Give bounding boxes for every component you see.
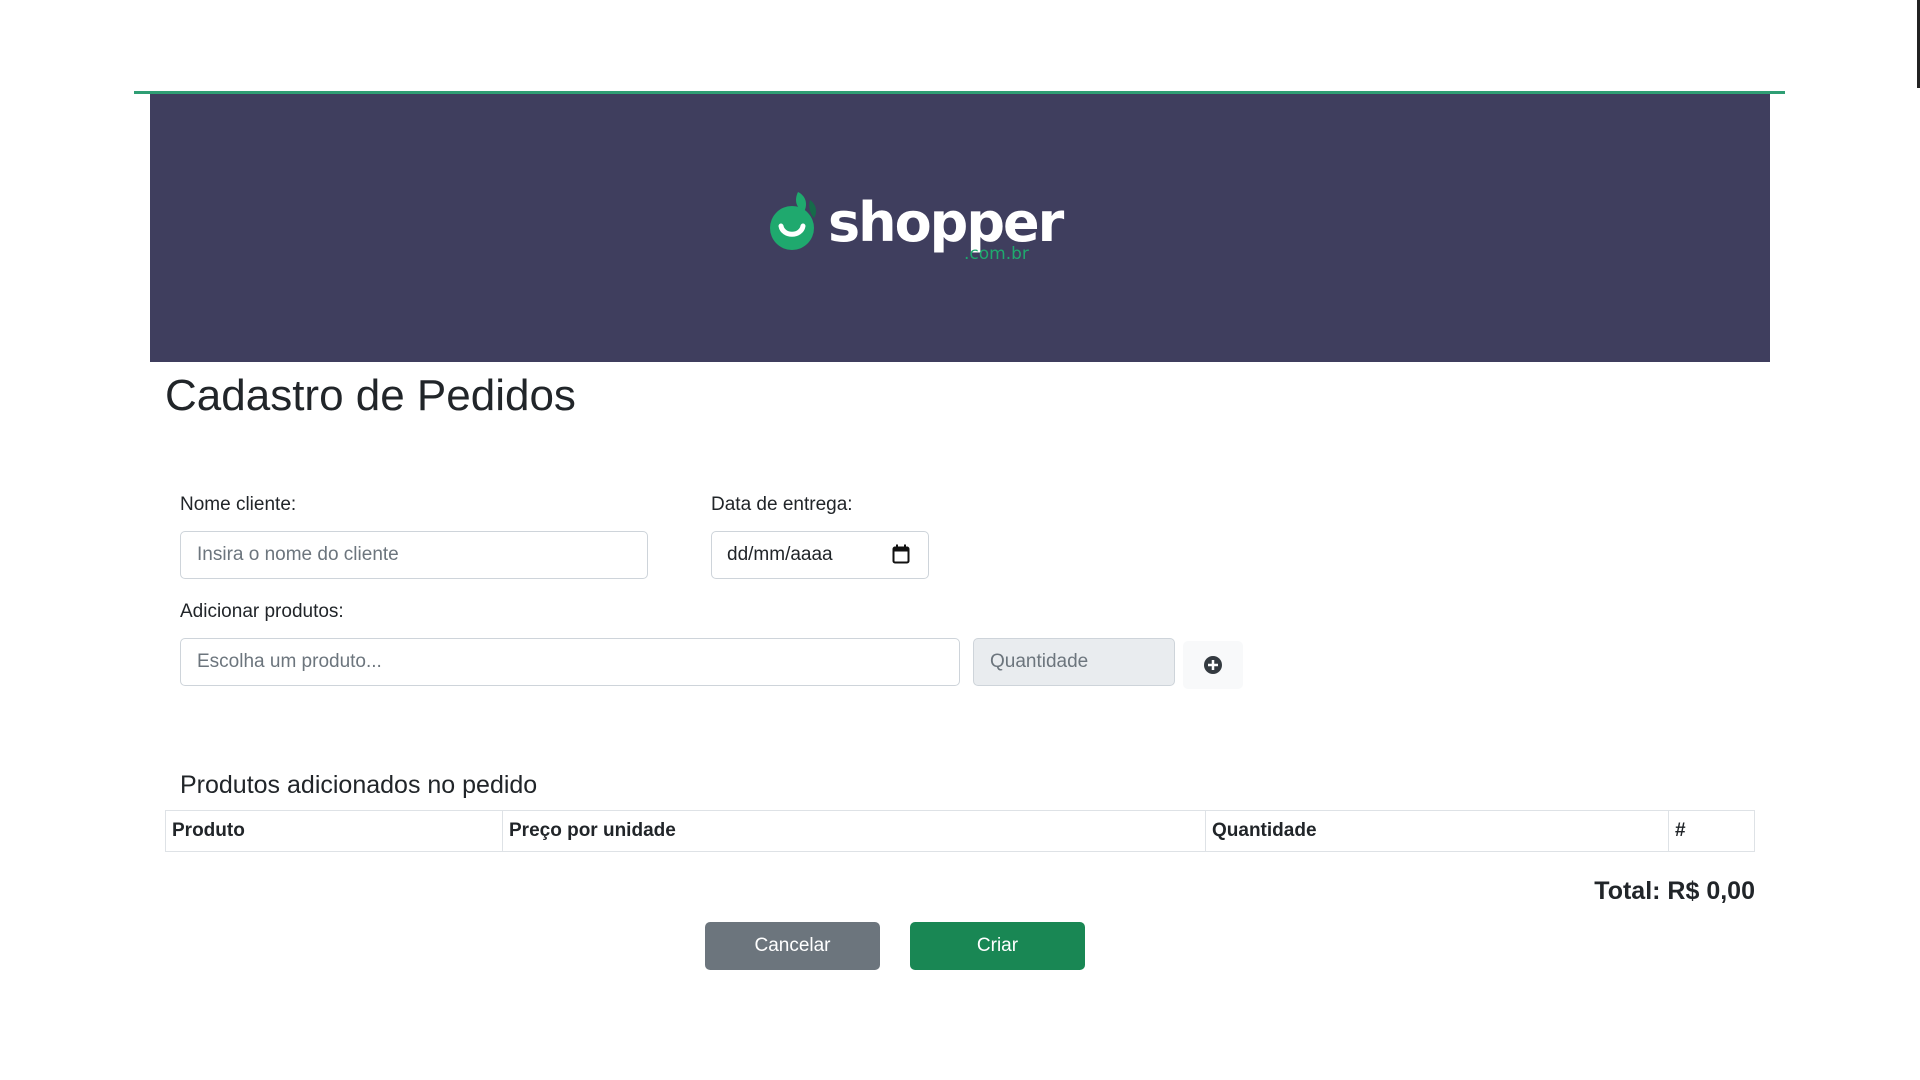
logo-wordmark: shopper — [828, 191, 1064, 254]
column-header-actions: # — [1668, 810, 1755, 852]
add-products-label: Adicionar produtos: — [180, 601, 344, 622]
shopper-logo-icon — [770, 192, 817, 250]
column-header-unit-price: Preço por unidade — [502, 810, 1206, 852]
products-table: Produto Preço por unidade Quantidade # — [165, 810, 1755, 852]
delivery-date-input[interactable]: dd/mm/aaaa — [711, 531, 929, 579]
client-name-input[interactable] — [180, 531, 648, 579]
calendar-icon[interactable] — [892, 544, 910, 564]
plus-circle-icon — [1204, 656, 1222, 674]
cancel-button[interactable]: Cancelar — [705, 922, 880, 970]
column-header-quantity: Quantidade — [1205, 810, 1669, 852]
page-title: Cadastro de Pedidos — [165, 371, 576, 420]
column-header-product: Produto — [165, 810, 503, 852]
order-total: Total: R$ 0,00 — [1594, 877, 1755, 905]
create-button[interactable]: Criar — [910, 922, 1085, 970]
delivery-date-placeholder: dd/mm/aaaa — [727, 544, 833, 565]
page: shopper .com.br Cadastro de Pedidos Nome… — [0, 0, 1920, 1080]
quantity-input[interactable] — [973, 638, 1175, 686]
client-name-label: Nome cliente: — [180, 494, 297, 515]
products-section-title: Produtos adicionados no pedido — [180, 771, 538, 799]
product-search-input[interactable] — [180, 638, 960, 686]
table-header-row: Produto Preço por unidade Quantidade # — [165, 810, 1755, 852]
shopper-logo: shopper .com.br — [768, 190, 1064, 270]
add-product-button[interactable] — [1183, 641, 1243, 689]
logo-domain: .com.br — [964, 244, 1029, 264]
delivery-date-label: Data de entrega: — [711, 494, 853, 515]
